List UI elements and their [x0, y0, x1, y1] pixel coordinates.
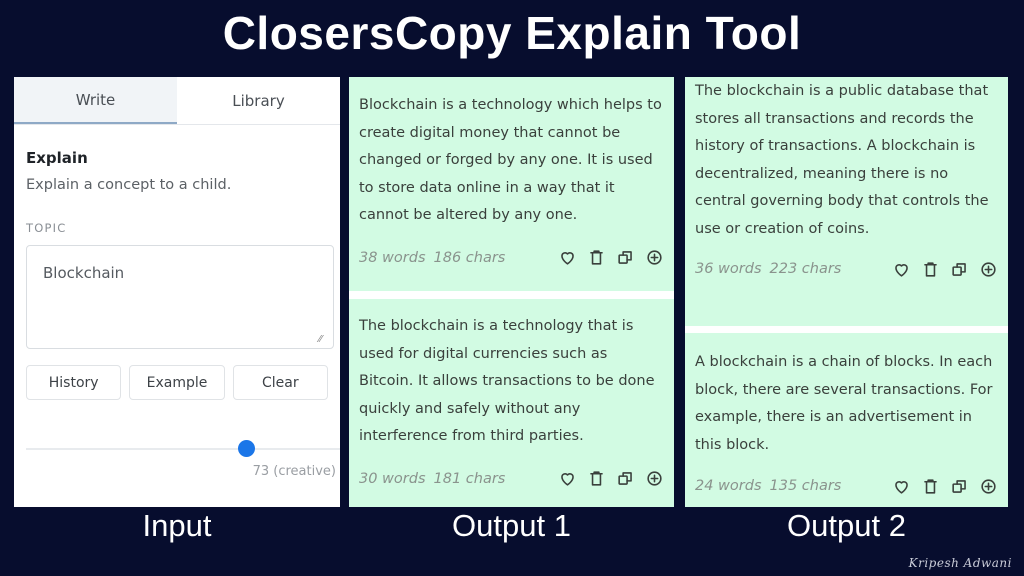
creativity-value: 73 (creative) — [252, 464, 336, 479]
clear-button[interactable]: Clear — [232, 365, 328, 400]
example-button[interactable]: Example — [129, 365, 225, 400]
char-count: 135 chars — [769, 478, 842, 494]
copy-icon[interactable] — [615, 248, 635, 268]
slider-thumb[interactable] — [238, 440, 256, 457]
plus-circle-icon[interactable] — [978, 259, 998, 279]
tool-title: Explain — [26, 149, 88, 167]
tool-description: Explain a concept to a child. — [26, 177, 232, 193]
author-signature: Kripesh Adwani — [908, 556, 1012, 570]
card-actions — [557, 469, 664, 489]
output-text: The blockchain is a public database that… — [695, 83, 989, 237]
plus-circle-icon[interactable] — [644, 469, 664, 489]
output-card: The blockchain is a public database that… — [685, 77, 1008, 326]
char-count: 186 chars — [433, 249, 506, 266]
card-divider — [349, 291, 674, 299]
heart-icon[interactable] — [557, 469, 577, 489]
output-card: Blockchain is a technology which helps t… — [349, 77, 674, 291]
slider-track[interactable] — [26, 448, 340, 450]
caption-input: Input — [142, 508, 212, 543]
plus-circle-icon[interactable] — [644, 248, 664, 268]
output-card: The blockchain is a technology that is u… — [349, 299, 674, 507]
word-count: 24 words — [695, 478, 762, 494]
output-panel-2: The blockchain is a public database that… — [685, 77, 1008, 507]
word-count: 30 words — [359, 470, 426, 487]
word-count: 36 words — [695, 261, 762, 277]
tab-write[interactable]: Write — [14, 77, 177, 124]
heart-icon[interactable] — [557, 248, 577, 268]
trash-icon[interactable] — [920, 259, 940, 279]
char-count: 181 chars — [433, 470, 506, 487]
card-divider — [685, 326, 1008, 333]
trash-icon[interactable] — [920, 476, 940, 496]
caption-output-2: Output 2 — [787, 508, 906, 543]
input-panel: Write Library Explain Explain a concept … — [14, 77, 340, 507]
tab-bar: Write Library — [14, 77, 340, 125]
topic-input[interactable]: Blockchain — [26, 245, 334, 349]
word-count: 38 words — [359, 249, 426, 266]
output-card: A blockchain is a chain of blocks. In ea… — [685, 333, 1008, 507]
card-actions — [557, 248, 664, 268]
copy-icon[interactable] — [949, 476, 969, 496]
resize-handle-icon[interactable]: ⁄⁄ — [319, 334, 322, 345]
topic-label: TOPIC — [26, 221, 67, 235]
card-actions — [891, 259, 998, 279]
output-text: Blockchain is a technology which helps t… — [359, 97, 662, 223]
heart-icon[interactable] — [891, 259, 911, 279]
caption-output-1: Output 1 — [452, 508, 571, 543]
creativity-slider[interactable] — [26, 440, 340, 458]
trash-icon[interactable] — [586, 469, 606, 489]
card-actions — [891, 476, 998, 496]
char-count: 223 chars — [769, 261, 842, 277]
plus-circle-icon[interactable] — [978, 476, 998, 496]
history-button[interactable]: History — [26, 365, 122, 400]
page-title: ClosersCopy Explain Tool — [222, 7, 802, 59]
output-text: A blockchain is a chain of blocks. In ea… — [695, 354, 993, 453]
copy-icon[interactable] — [615, 469, 635, 489]
copy-icon[interactable] — [949, 259, 969, 279]
trash-icon[interactable] — [586, 248, 606, 268]
tab-library[interactable]: Library — [177, 77, 340, 124]
output-text: The blockchain is a technology that is u… — [359, 318, 655, 444]
output-panel-1: Blockchain is a technology which helps t… — [349, 77, 674, 507]
heart-icon[interactable] — [891, 476, 911, 496]
